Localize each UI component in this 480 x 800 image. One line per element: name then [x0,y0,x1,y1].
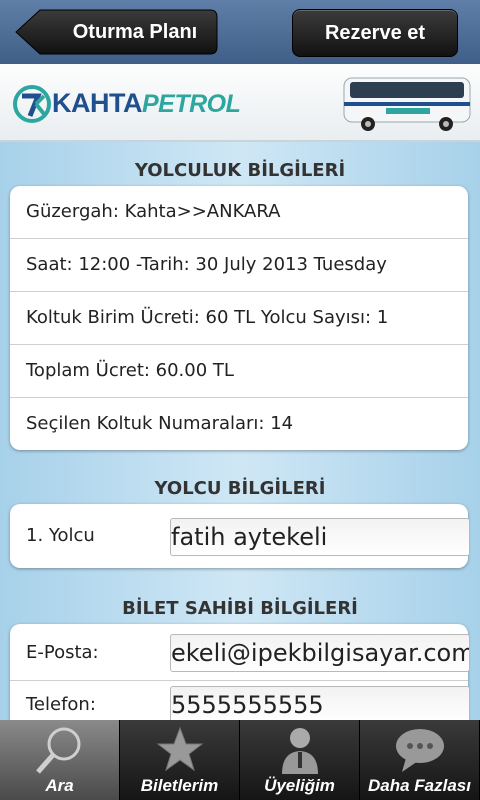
chat-icon [396,729,444,772]
price-row: Koltuk Birim Ücreti: 60 TL Yolcu Sayısı:… [10,292,468,345]
divider [10,680,468,681]
bottom-tab-bar: Ara Biletlerim Üyeliğim Daha Fazlası [0,720,480,800]
tab-biletlerim-label: Biletlerim [140,776,219,795]
back-button-label: Oturma Planı [72,21,198,43]
tab-ara-label: Ara [45,776,74,795]
trip-info-card: Güzergah: Kahta>>ANKARA Saat: 12:00 -Tar… [10,186,468,450]
tab-daha-fazlasi[interactable]: Daha Fazlası [360,720,480,800]
email-label: E-Posta: [26,642,99,663]
phone-label: Telefon: [26,694,96,715]
brand-banner: KAHTAPETROL [0,64,480,142]
email-field[interactable]: ekeli@ipekbilgisayar.com [170,634,470,672]
passenger-name-field[interactable]: fatih aytekeli [170,518,470,556]
kahtapetrol-logo-icon [13,85,51,123]
passenger-info-card: 1. Yolcu fatih aytekeli [10,504,470,568]
passenger-label: 1. Yolcu [26,525,95,546]
total-row: Toplam Ücret: 60.00 TL [10,345,468,398]
phone-field[interactable]: 5555555555 [170,686,470,720]
passenger-info-title: YOLCU BİLGİLERİ [154,478,326,499]
back-button[interactable]: Oturma Planı [14,9,218,55]
tab-ara[interactable]: Ara [0,720,120,800]
tab-uyeligim[interactable]: Üyeliğim [240,720,360,800]
tab-uyeligim-label: Üyeliğim [264,776,335,795]
search-icon [36,727,81,774]
brand-logo-text: KAHTAPETROL [52,88,241,118]
seats-row: Seçilen Koltuk Numaraları: 14 [26,413,294,434]
reserve-button[interactable]: Rezerve et [292,9,458,57]
user-icon [282,728,318,774]
ticket-owner-card: E-Posta: ekeli@ipekbilgisayar.com Telefo… [10,624,470,720]
tab-biletlerim[interactable]: Biletlerim [120,720,240,800]
bus-icon [343,77,471,131]
ticket-owner-title: BİLET SAHİBİ BİLGİLERİ [122,598,358,619]
tab-daha-fazlasi-label: Daha Fazlası [368,776,471,795]
star-icon [156,726,204,772]
route-row: Güzergah: Kahta>>ANKARA [10,186,468,239]
datetime-row: Saat: 12:00 -Tarih: 30 July 2013 Tuesday [10,239,468,292]
content-area: YOLCULUK BİLGİLERİ Güzergah: Kahta>>ANKA… [0,142,480,720]
trip-info-title: YOLCULUK BİLGİLERİ [134,160,346,181]
top-bar: Oturma Planı Rezerve et [0,0,480,64]
